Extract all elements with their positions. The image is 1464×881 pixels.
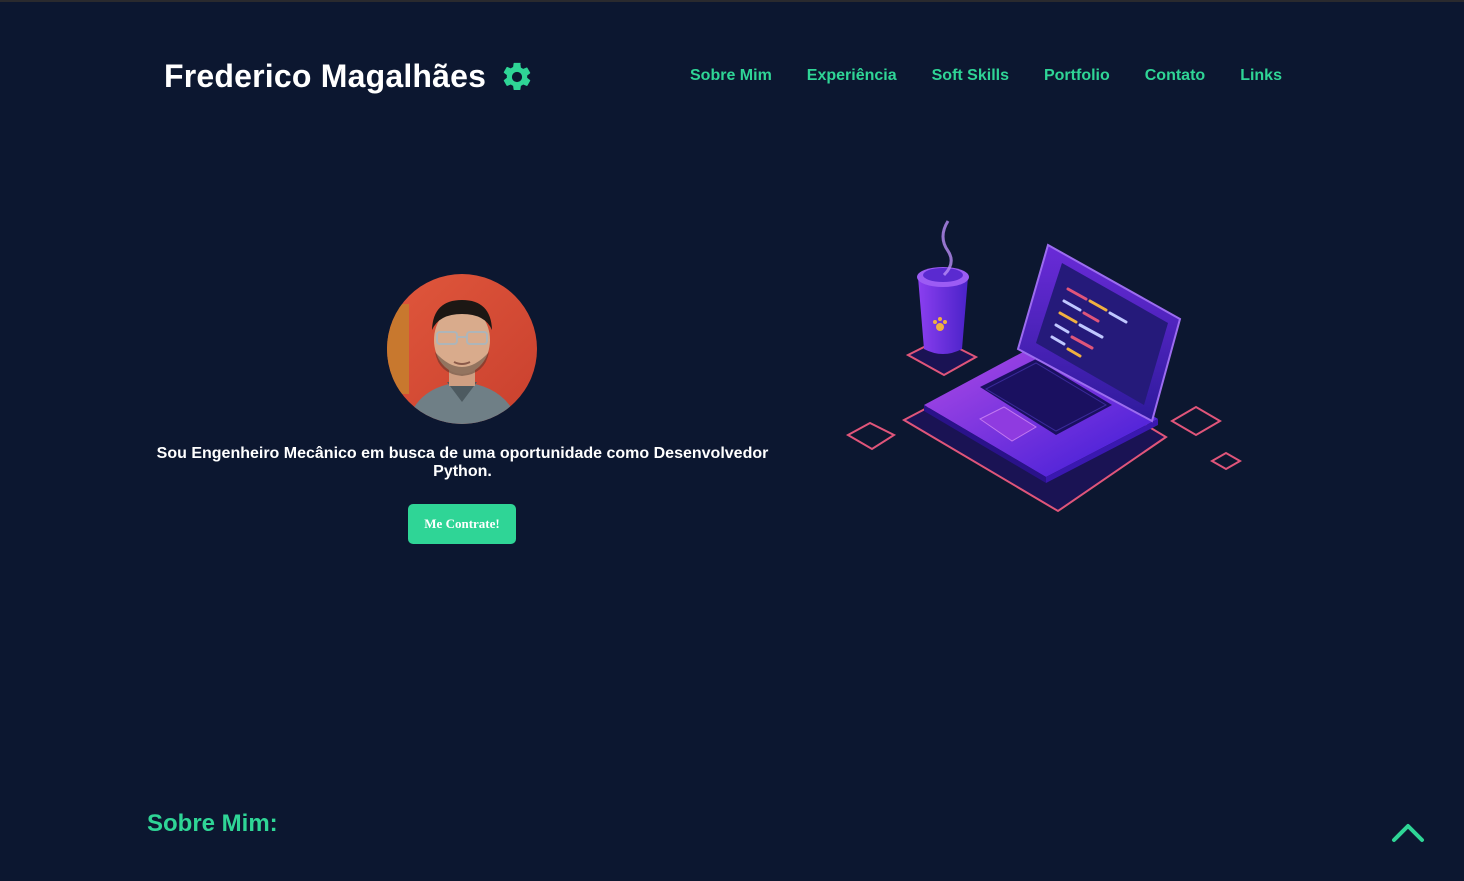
main-nav: Sobre Mim Experiência Soft Skills Portfo… xyxy=(690,67,1282,85)
laptop-illustration xyxy=(840,215,1250,520)
nav-link-portfolio[interactable]: Portfolio xyxy=(1044,67,1110,84)
section-title-about: Sobre Mim: xyxy=(147,810,278,837)
nav-item-experiencia: Experiência xyxy=(807,67,897,85)
nav-link-links[interactable]: Links xyxy=(1240,67,1282,84)
brand[interactable]: Frederico Magalhães xyxy=(164,58,534,95)
nav-link-sobre-mim[interactable]: Sobre Mim xyxy=(690,67,772,84)
nav-item-contato: Contato xyxy=(1145,67,1205,85)
chevron-up-icon[interactable] xyxy=(1390,818,1426,846)
nav-item-portfolio: Portfolio xyxy=(1044,67,1110,85)
intro-text: Sou Engenheiro Mecânico em busca de uma … xyxy=(156,445,769,480)
gear-icon xyxy=(503,62,531,90)
brand-name: Frederico Magalhães xyxy=(164,58,487,94)
top-border xyxy=(0,0,1464,2)
nav-item-soft-skills: Soft Skills xyxy=(932,67,1009,85)
hire-me-button[interactable]: Me Contrate! xyxy=(408,504,516,544)
nav-link-contato[interactable]: Contato xyxy=(1145,67,1205,84)
profile-photo xyxy=(387,274,537,424)
nav-item-sobre-mim: Sobre Mim xyxy=(690,67,772,85)
nav-item-links: Links xyxy=(1240,67,1282,85)
nav-link-experiencia[interactable]: Experiência xyxy=(807,67,897,84)
nav-link-soft-skills[interactable]: Soft Skills xyxy=(932,67,1009,84)
